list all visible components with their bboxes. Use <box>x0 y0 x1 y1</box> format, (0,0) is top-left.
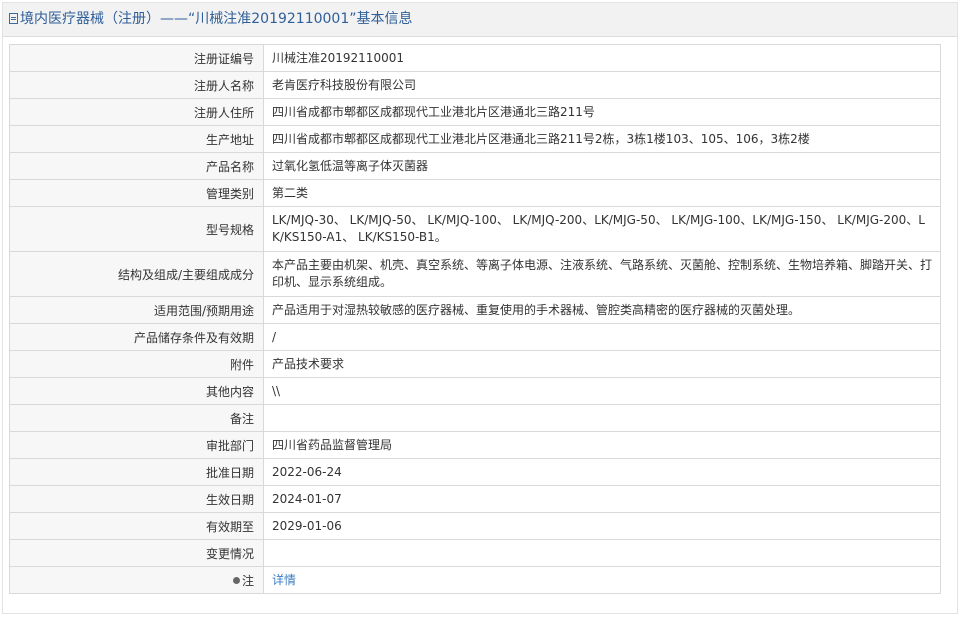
table-row: 注册人名称 老肯医疗科技股份有限公司 <box>9 71 941 99</box>
table-row: 附件 产品技术要求 <box>9 350 941 378</box>
row-value: LK/MJQ-30、 LK/MJQ-50、 LK/MJQ-100、 LK/MJQ… <box>263 206 941 252</box>
row-value: / <box>263 323 941 351</box>
row-label: 备注 <box>9 404 264 432</box>
page-title: 境内医疗器械（注册）——“川械注准20192110001”基本信息 <box>20 11 413 27</box>
page-title-bar: 境内医疗器械（注册）——“川械注准20192110001”基本信息 <box>3 3 957 37</box>
row-value: 四川省成都市郫都区成都现代工业港北片区港通北三路211号2栋，3栋1楼103、1… <box>263 125 941 153</box>
table-row: 有效期至 2029-01-06 <box>9 512 941 540</box>
row-value: 本产品主要由机架、机壳、真空系统、等离子体电源、注液系统、气路系统、灭菌舱、控制… <box>263 251 941 297</box>
row-value: 四川省药品监督管理局 <box>263 431 941 459</box>
row-label: 管理类别 <box>9 179 264 207</box>
row-label: 注册证编号 <box>9 44 264 72</box>
table-row: 型号规格 LK/MJQ-30、 LK/MJQ-50、 LK/MJQ-100、 L… <box>9 206 941 252</box>
row-value: 产品适用于对湿热较敏感的医疗器械、重复使用的手术器械、管腔类高精密的医疗器械的灭… <box>263 296 941 324</box>
table-row: 批准日期 2022-06-24 <box>9 458 941 486</box>
row-label: 注册人名称 <box>9 71 264 99</box>
row-label: 附件 <box>9 350 264 378</box>
row-value: 产品技术要求 <box>263 350 941 378</box>
row-value <box>263 404 941 432</box>
row-label: 生效日期 <box>9 485 264 513</box>
row-value: 2024-01-07 <box>263 485 941 513</box>
row-label: 批准日期 <box>9 458 264 486</box>
row-label: 型号规格 <box>9 206 264 252</box>
row-value: 第二类 <box>263 179 941 207</box>
table-row: 产品储存条件及有效期 / <box>9 323 941 351</box>
info-table: 注册证编号 川械注准20192110001 注册人名称 老肯医疗科技股份有限公司… <box>9 44 941 594</box>
table-row: 备注 <box>9 404 941 432</box>
note-row-value: 详情 <box>263 566 941 594</box>
row-label: 结构及组成/主要组成成分 <box>9 251 264 297</box>
row-label: 审批部门 <box>9 431 264 459</box>
row-label: 生产地址 <box>9 125 264 153</box>
details-link[interactable]: 详情 <box>272 573 296 587</box>
table-row: 结构及组成/主要组成成分 本产品主要由机架、机壳、真空系统、等离子体电源、注液系… <box>9 251 941 297</box>
table-row: 适用范围/预期用途 产品适用于对湿热较敏感的医疗器械、重复使用的手术器械、管腔类… <box>9 296 941 324</box>
note-row: 注 详情 <box>9 566 941 594</box>
document-icon <box>9 13 18 24</box>
row-value: 2022-06-24 <box>263 458 941 486</box>
row-label: 有效期至 <box>9 512 264 540</box>
table-row: 注册证编号 川械注准20192110001 <box>9 44 941 72</box>
note-icon <box>232 576 240 584</box>
row-label: 其他内容 <box>9 377 264 405</box>
row-value: 四川省成都市郫都区成都现代工业港北片区港通北三路211号 <box>263 98 941 126</box>
table-row: 注册人住所 四川省成都市郫都区成都现代工业港北片区港通北三路211号 <box>9 98 941 126</box>
table-row: 产品名称 过氧化氢低温等离子体灭菌器 <box>9 152 941 180</box>
row-label: 产品储存条件及有效期 <box>9 323 264 351</box>
note-row-label: 注 <box>9 566 264 594</box>
row-value: \\ <box>263 377 941 405</box>
row-value <box>263 539 941 567</box>
row-value: 2029-01-06 <box>263 512 941 540</box>
row-value: 川械注准20192110001 <box>263 44 941 72</box>
row-value: 老肯医疗科技股份有限公司 <box>263 71 941 99</box>
table-row: 生效日期 2024-01-07 <box>9 485 941 513</box>
table-row: 管理类别 第二类 <box>9 179 941 207</box>
table-row: 生产地址 四川省成都市郫都区成都现代工业港北片区港通北三路211号2栋，3栋1楼… <box>9 125 941 153</box>
row-value: 过氧化氢低温等离子体灭菌器 <box>263 152 941 180</box>
table-row: 其他内容 \\ <box>9 377 941 405</box>
row-label: 产品名称 <box>9 152 264 180</box>
note-label: 注 <box>241 573 254 588</box>
table-row: 变更情况 <box>9 539 941 567</box>
row-label: 适用范围/预期用途 <box>9 296 264 324</box>
table-row: 审批部门 四川省药品监督管理局 <box>9 431 941 459</box>
row-label: 注册人住所 <box>9 98 264 126</box>
row-label: 变更情况 <box>9 539 264 567</box>
